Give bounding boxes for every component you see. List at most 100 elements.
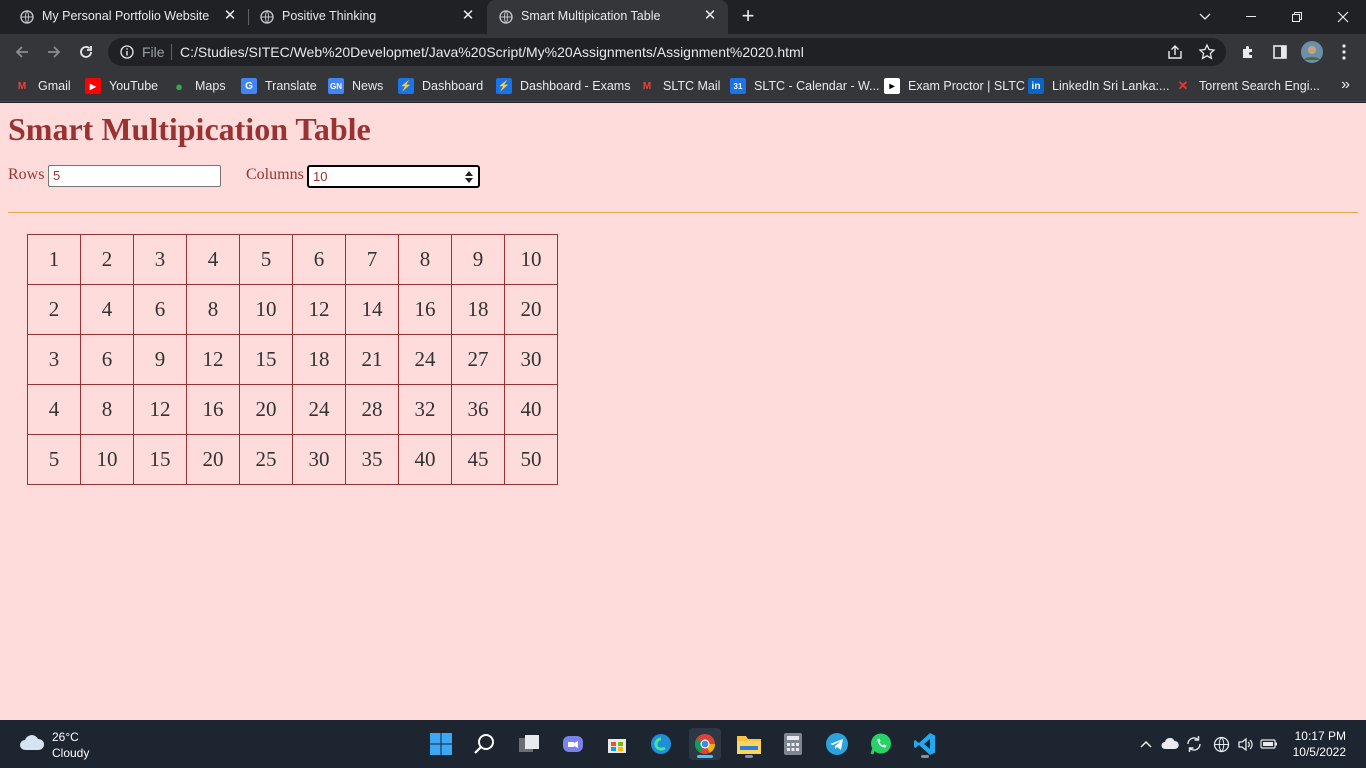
chrome-button[interactable]	[689, 728, 721, 760]
dashboard-icon: ⚡	[398, 78, 414, 94]
running-indicator	[745, 755, 753, 758]
table-cell: 12	[292, 284, 346, 335]
bookmark-label: Dashboard - Exams	[520, 79, 631, 93]
share-icon[interactable]	[1166, 43, 1184, 61]
bookmark-sltc-calendar[interactable]: 31 SLTC - Calendar - W...	[730, 76, 880, 96]
edge-button[interactable]	[645, 728, 677, 760]
bookmark-translate[interactable]: G Translate	[241, 76, 317, 96]
bookmark-sltc-mail[interactable]: M SLTC Mail	[639, 76, 721, 96]
reload-button[interactable]	[74, 40, 98, 64]
bookmark-torrent[interactable]: ✕ Torrent Search Engi...	[1175, 76, 1320, 96]
address-bar[interactable]: File C:/Studies/SITEC/Web%20Developmet/J…	[108, 38, 1226, 66]
telegram-button[interactable]	[821, 728, 853, 760]
table-cell: 20	[504, 284, 558, 335]
table-cell: 16	[186, 384, 240, 435]
table-cell: 18	[292, 334, 346, 385]
calculator-icon	[784, 733, 802, 755]
restore-icon	[1292, 12, 1302, 22]
bookmark-dashboard-exams[interactable]: ⚡ Dashboard - Exams	[496, 76, 630, 96]
restore-button[interactable]	[1274, 0, 1320, 34]
taskbar: 26°C Cloudy 10:17 PM 10/5/2022	[0, 720, 1366, 768]
show-hidden-icons-button[interactable]	[1136, 734, 1156, 754]
volume-button[interactable]	[1235, 734, 1255, 754]
bookmark-label: LinkedIn Sri Lanka:...	[1052, 79, 1170, 93]
spinner-icon[interactable]	[465, 170, 473, 184]
bookmark-gmail[interactable]: M Gmail	[14, 76, 71, 96]
bookmark-youtube[interactable]: ▶ YouTube	[85, 76, 158, 96]
page-content: Smart Multipication Table Rows 5 Columns…	[0, 103, 1366, 720]
bookmarks-overflow-button[interactable]: »	[1341, 76, 1350, 94]
tab-portfolio[interactable]: My Personal Portfolio Website ✕	[8, 0, 248, 34]
table-cell: 36	[451, 384, 505, 435]
table-cell: 10	[239, 284, 293, 335]
close-icon[interactable]: ✕	[702, 8, 718, 24]
table-cell: 50	[504, 434, 558, 485]
bookmark-maps[interactable]: ● Maps	[171, 76, 226, 96]
profile-button[interactable]	[1300, 40, 1324, 64]
tab-search-button[interactable]	[1182, 0, 1228, 34]
star-icon[interactable]	[1198, 43, 1216, 61]
bookmark-news[interactable]: GN News	[328, 76, 383, 96]
network-button[interactable]	[1211, 734, 1231, 754]
speaker-icon	[1237, 737, 1253, 751]
minimize-icon	[1246, 16, 1256, 17]
table-cell: 20	[186, 434, 240, 485]
table-cell: 25	[239, 434, 293, 485]
start-button[interactable]	[425, 728, 457, 760]
telegram-icon	[826, 733, 848, 755]
url-text[interactable]: C:/Studies/SITEC/Web%20Developmet/Java%2…	[180, 44, 804, 60]
table-cell: 14	[345, 284, 399, 335]
bookmarks-bar: M Gmail ▶ YouTube ● Maps G Translate GN News …	[0, 70, 1366, 102]
page-title: Smart Multipication Table	[8, 111, 371, 147]
clock-time[interactable]: 10:17 PM	[1295, 729, 1346, 743]
columns-input[interactable]: 10	[307, 165, 480, 188]
table-cell: 16	[398, 284, 452, 335]
table-cell: 24	[398, 334, 452, 385]
table-cell: 20	[239, 384, 293, 435]
side-panel-icon	[1273, 45, 1287, 59]
bookmark-exam-proctor[interactable]: ▸ Exam Proctor | SLTC	[884, 76, 1025, 96]
task-view-button[interactable]	[513, 728, 545, 760]
rows-input[interactable]: 5	[48, 165, 221, 187]
new-tab-button[interactable]: +	[737, 5, 759, 28]
sync-button[interactable]	[1184, 734, 1204, 754]
tab-smart-multiplication-table[interactable]: Smart Multipication Table ✕	[487, 0, 728, 34]
teams-icon	[563, 736, 583, 752]
weather-condition[interactable]: Cloudy	[52, 746, 89, 760]
clock-date[interactable]: 10/5/2022	[1293, 745, 1346, 759]
menu-button[interactable]	[1332, 40, 1356, 64]
avatar	[1301, 41, 1323, 63]
sync-icon	[1187, 736, 1201, 752]
vscode-icon	[914, 733, 935, 755]
table-cell: 21	[345, 334, 399, 385]
vscode-button[interactable]	[909, 728, 941, 760]
battery-button[interactable]	[1259, 734, 1279, 754]
store-button[interactable]	[601, 728, 633, 760]
close-window-button[interactable]	[1320, 0, 1366, 34]
tab-positive-thinking[interactable]: Positive Thinking ✕	[248, 0, 486, 34]
onedrive-button[interactable]	[1160, 734, 1180, 754]
back-button[interactable]	[10, 40, 34, 64]
bookmark-dashboard[interactable]: ⚡ Dashboard	[398, 76, 483, 96]
extensions-button[interactable]	[1236, 40, 1260, 64]
multiplication-table: 1 2 3 4 5 6 7 8 9 10 2 4 6 8 10 12 14 16 18 20 3 6 9 12 15 18 21 24…	[27, 234, 558, 485]
forward-button[interactable]	[42, 40, 66, 64]
globe-icon	[1213, 736, 1229, 752]
table-cell: 6	[80, 334, 134, 385]
search-button[interactable]	[469, 728, 501, 760]
file-explorer-button[interactable]	[733, 728, 765, 760]
battery-icon	[1260, 739, 1277, 749]
calculator-button[interactable]	[777, 728, 809, 760]
minimize-button[interactable]	[1228, 0, 1274, 34]
whatsapp-button[interactable]	[865, 728, 897, 760]
side-panel-button[interactable]	[1268, 40, 1292, 64]
teams-chat-button[interactable]	[557, 728, 589, 760]
bookmark-linkedin[interactable]: in LinkedIn Sri Lanka:...	[1028, 76, 1169, 96]
close-icon[interactable]: ✕	[460, 8, 476, 24]
weather-temperature[interactable]: 26°C	[52, 730, 79, 744]
news-icon: GN	[328, 78, 344, 94]
close-icon[interactable]: ✕	[222, 8, 238, 24]
cloud-icon[interactable]	[18, 732, 46, 752]
info-icon[interactable]	[120, 45, 134, 59]
file-explorer-icon	[737, 736, 761, 754]
